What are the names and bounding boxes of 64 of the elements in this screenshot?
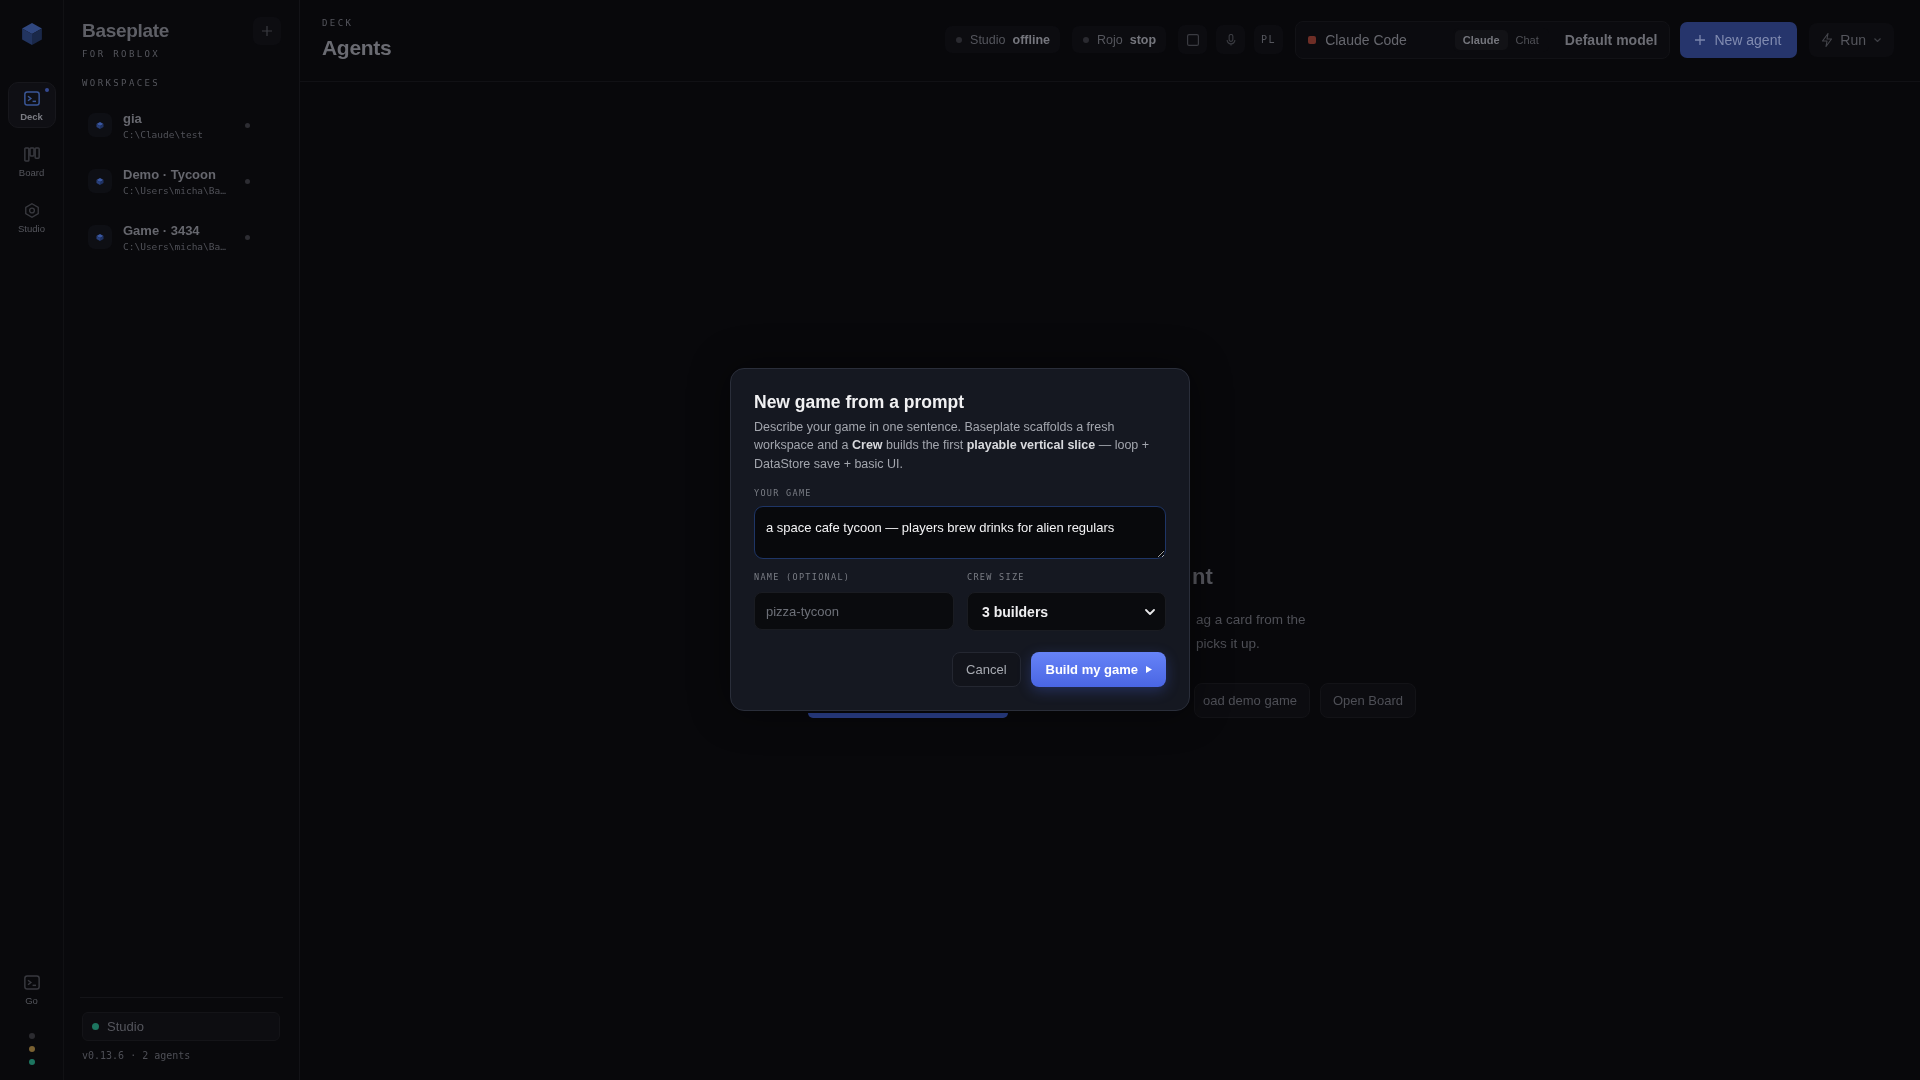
square-icon [1186,33,1199,46]
plus-icon [262,26,272,36]
status-dot-icon [92,1023,99,1030]
model-select[interactable]: Default model [1564,31,1658,48]
play-icon [1146,666,1152,674]
microphone-icon [1224,33,1237,46]
status-label: Studio [107,1019,144,1034]
field-label: YOUR GAME [754,487,813,500]
nav-tab[interactable]: Board [7,138,56,184]
cancel-button[interactable]: Cancel [952,652,1021,688]
run-button[interactable]: Run [1809,22,1894,57]
status-dot-icon [1083,36,1089,43]
status-dot-icon [245,178,250,184]
nav-tab[interactable]: Studio [7,194,56,240]
empty-state-text: picks it up. [1196,635,1260,653]
section-heading: WORKSPACES [82,78,162,88]
cube-icon [88,113,112,137]
workspace-item[interactable]: gia C:\Claude\test [82,104,281,146]
status-dot-icon [245,122,250,128]
cube-logo-icon [21,23,42,45]
pl-button[interactable]: PL [1254,25,1284,54]
mode-tab[interactable]: Chat [1507,29,1547,50]
chevron-icon [1145,608,1155,615]
version-label: v0.13.6 · 2 agents [82,1050,192,1061]
prompt-field[interactable]: a space cafe tycoon — players brew drinks for alien regulars [754,506,1166,560]
status-chip[interactable]: Studio offline [945,26,1060,53]
cube-icon [88,169,112,193]
agent-square-icon [1308,35,1317,44]
add-workspace-button[interactable] [253,17,281,45]
new-agent-button[interactable]: New agent [1680,21,1798,58]
go-tab[interactable]: Go [7,966,56,1012]
app-title: Baseplate [82,20,170,42]
mode-tab[interactable]: Claude [1454,29,1508,50]
status-chip[interactable]: Rojo stop [1072,26,1167,53]
build-button[interactable]: Build my game [1030,652,1166,688]
empty-state-button[interactable]: oad demo game [1194,683,1310,718]
empty-state-heading: nt [1192,563,1213,591]
field-label: CREW SIZE [967,571,1026,584]
empty-state-text: ag a card from the [1196,611,1306,629]
dialog-description: Describe your game in one sentence. Baseplate scaffolds a fresh workspace and a Crew builds the first playable vertical slice — loop + DataStore save + basic UI. [754,418,1151,473]
status-dot-icon [245,234,250,240]
field-label: NAME (OPTIONAL) [754,571,852,584]
empty-state-button[interactable]: Open Board [1319,683,1417,718]
caret-icon [1874,37,1881,42]
status-dot-icon [956,36,963,43]
plus-icon [1695,34,1706,45]
workspace-item[interactable]: Game · 3434 C:\Users\micha\Ba… [82,216,281,258]
app-subtitle: FOR ROBLOX [82,49,162,59]
hexagon-icon [23,203,40,218]
name-field[interactable]: pizza-tycoon [754,592,954,631]
page-title: Agents [322,36,392,60]
lightning-icon [1822,32,1833,47]
terminal-icon [23,975,40,990]
crew-size-select[interactable]: 3 builders [967,592,1166,632]
cube-icon [88,225,112,249]
workspace-item[interactable]: Demo · Tycoon C:\Users\micha\Ba… [82,160,281,202]
terminal-icon [23,91,40,106]
agent-select[interactable]: Claude Code [1308,31,1407,48]
nav-tab[interactable]: Deck [7,82,56,128]
dialog-title: New game from a prompt [754,390,966,414]
window-button[interactable] [1178,25,1208,54]
microphone-button[interactable] [1216,25,1246,54]
columns-icon [23,147,40,162]
section-label: DECK [322,18,355,28]
